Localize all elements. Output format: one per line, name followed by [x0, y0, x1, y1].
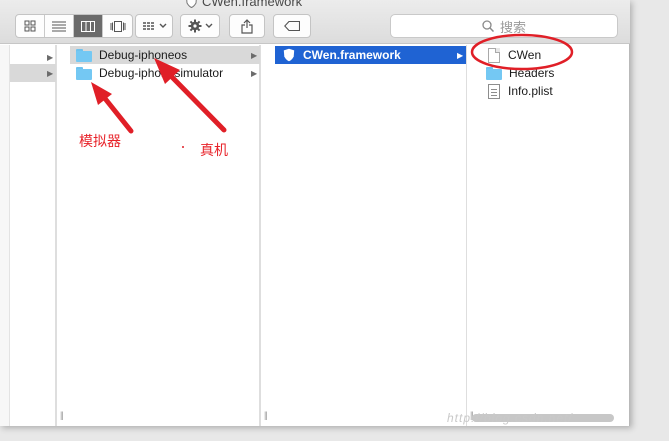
framework-shield-icon: [283, 48, 295, 62]
list-item-label: Info.plist: [508, 84, 553, 98]
view-mode-segmented-control[interactable]: [15, 14, 133, 38]
window-title-text: CWen.framework: [202, 0, 303, 9]
column-browser: ▶ ▶ || Debug-iphoneos ▶ Debug-iphonesimu…: [0, 45, 630, 426]
annotation-simulator-label: 模拟器: [79, 133, 121, 149]
disclosure-triangle-icon: ▶: [251, 50, 258, 60]
list-item[interactable]: ▶: [10, 64, 56, 82]
column-divider[interactable]: ||: [466, 45, 480, 426]
list-item-headers[interactable]: Headers: [480, 64, 554, 82]
icon-view-button[interactable]: [16, 15, 45, 37]
folder-icon: [486, 66, 502, 80]
tag-button[interactable]: [273, 14, 311, 38]
list-item-cwen[interactable]: CWen: [480, 46, 541, 64]
document-icon: [488, 47, 500, 63]
list-icon: [52, 21, 66, 31]
cover-flow-icon: [110, 20, 125, 32]
watermark: http://blog.csdn.net/: [447, 411, 573, 425]
toolbar: CWen.framework 搜索: [0, 0, 630, 44]
plist-file-icon: [488, 83, 500, 99]
column-2[interactable]: Debug-iphoneos ▶ Debug-iphonesimulator ▶: [70, 45, 260, 426]
list-item-label: Headers: [509, 66, 555, 80]
column-3[interactable]: CWen.framework ▶: [274, 45, 468, 426]
grid-icon: [24, 20, 36, 32]
search-placeholder: 搜索: [499, 19, 526, 35]
arrange-button[interactable]: [135, 14, 173, 38]
chevron-down-icon: [159, 23, 166, 28]
disclosure-triangle-icon: ▶: [457, 50, 464, 60]
window-title: CWen.framework: [186, 0, 302, 9]
columns-icon: [81, 20, 95, 32]
list-item-debug-iphonesimulator[interactable]: Debug-iphonesimulator ▶: [70, 64, 260, 82]
list-item-label: CWen.framework: [303, 48, 401, 62]
list-item-debug-iphoneos[interactable]: Debug-iphoneos ▶: [70, 46, 260, 64]
list-item-label: CWen: [508, 48, 542, 62]
finder-screenshot: { "window": { "title": "CWen.framework" …: [0, 0, 669, 441]
list-view-button[interactable]: [45, 15, 74, 37]
folder-icon: [76, 48, 92, 62]
chevron-down-icon: [205, 23, 212, 28]
column-view-button[interactable]: [74, 15, 103, 37]
action-button[interactable]: [180, 14, 220, 38]
column-divider[interactable]: ||: [260, 45, 274, 426]
column-1[interactable]: ▶ ▶: [10, 45, 56, 426]
share-button[interactable]: [229, 14, 265, 38]
list-item-cwen-framework[interactable]: CWen.framework ▶: [275, 46, 467, 64]
finder-window: CWen.framework 搜索 ▶ ▶ || Debug-iphoneos …: [0, 0, 630, 426]
list-item-info-plist[interactable]: Info.plist: [480, 82, 553, 100]
list-item-label: Debug-iphonesimulator: [99, 66, 224, 80]
search-field[interactable]: 搜索: [390, 14, 618, 38]
column-leftmost: [0, 45, 10, 426]
search-icon: [482, 20, 494, 32]
tag-icon: [284, 21, 300, 31]
disclosure-triangle-icon: ▶: [251, 68, 258, 78]
column-divider[interactable]: ||: [56, 45, 70, 426]
annotation-device-label: 真机: [200, 142, 228, 158]
arrange-grid-icon: [142, 21, 154, 30]
gear-icon: [188, 19, 201, 33]
folder-icon: [76, 66, 92, 80]
share-icon: [241, 18, 253, 34]
framework-shield-icon: [186, 0, 197, 8]
column-4[interactable]: CWen Headers Info.plist: [480, 45, 630, 426]
list-item-label: Debug-iphoneos: [99, 48, 188, 62]
cover-flow-view-button[interactable]: [103, 15, 132, 37]
